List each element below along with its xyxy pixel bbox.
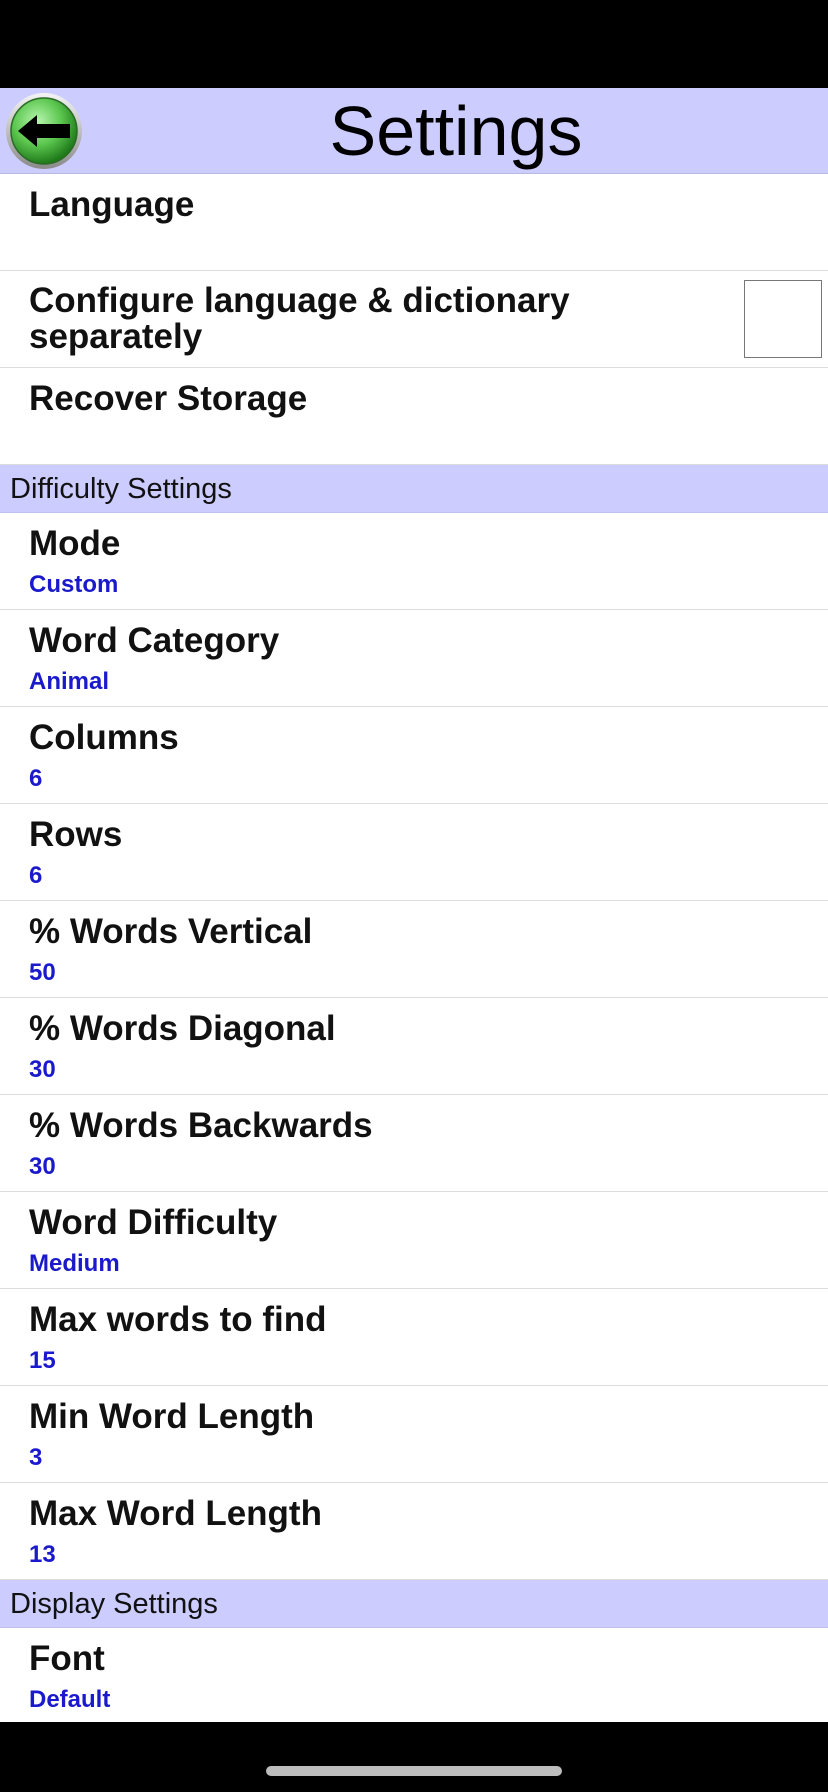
home-indicator[interactable] <box>266 1766 562 1776</box>
setting-value: Default <box>29 1686 111 1713</box>
setting-label: Max Word Length <box>29 1494 322 1533</box>
setting-value: 50 <box>29 959 56 986</box>
setting-row-min-word-length[interactable]: Min Word Length 3 <box>0 1386 828 1483</box>
setting-label: Word Difficulty <box>29 1203 278 1242</box>
navigation-bar <box>0 1722 828 1792</box>
setting-label: Configure language & dictionary separate… <box>29 281 570 356</box>
app-screen: Settings Language Configure language & d… <box>0 0 828 1792</box>
setting-label: Max words to find <box>29 1300 327 1339</box>
setting-value: 3 <box>29 1444 43 1471</box>
setting-label: Recover Storage <box>29 379 308 418</box>
setting-label: Columns <box>29 718 179 757</box>
setting-row-recover-storage[interactable]: Recover Storage <box>0 368 828 465</box>
setting-value: 6 <box>29 862 43 889</box>
setting-value: Medium <box>29 1250 120 1277</box>
setting-value: 15 <box>29 1347 56 1374</box>
setting-row-mode[interactable]: Mode Custom <box>0 513 828 610</box>
setting-value: Custom <box>29 571 119 598</box>
setting-label: Rows <box>29 815 123 854</box>
setting-row-configure-language[interactable]: Configure language & dictionary separate… <box>0 271 828 368</box>
setting-label: % Words Vertical <box>29 912 313 951</box>
setting-row-word-category[interactable]: Word Category Animal <box>0 610 828 707</box>
setting-label: % Words Backwards <box>29 1106 373 1145</box>
section-header-display: Display Settings <box>0 1580 828 1628</box>
section-header-difficulty: Difficulty Settings <box>0 465 828 513</box>
setting-row-columns[interactable]: Columns 6 <box>0 707 828 804</box>
setting-row-max-word-length[interactable]: Max Word Length 13 <box>0 1483 828 1580</box>
setting-value: 6 <box>29 765 43 792</box>
setting-label: Language <box>29 185 195 224</box>
setting-row-rows[interactable]: Rows 6 <box>0 804 828 901</box>
configure-language-checkbox[interactable] <box>744 280 822 358</box>
page-title: Settings <box>329 92 583 170</box>
setting-value: Animal <box>29 668 110 695</box>
setting-label: % Words Diagonal <box>29 1009 336 1048</box>
setting-row-max-words[interactable]: Max words to find 15 <box>0 1289 828 1386</box>
settings-list: Language Configure language & dictionary… <box>0 174 828 1722</box>
setting-row-words-backwards[interactable]: % Words Backwards 30 <box>0 1095 828 1192</box>
setting-row-language[interactable]: Language <box>0 174 828 271</box>
status-bar <box>0 0 828 88</box>
setting-label: Mode <box>29 524 121 563</box>
setting-row-words-vertical[interactable]: % Words Vertical 50 <box>0 901 828 998</box>
setting-label: Min Word Length <box>29 1397 315 1436</box>
setting-row-font[interactable]: Font Default <box>0 1628 828 1722</box>
setting-row-word-difficulty[interactable]: Word Difficulty Medium <box>0 1192 828 1289</box>
setting-value: 30 <box>29 1153 56 1180</box>
setting-value: 13 <box>29 1541 56 1568</box>
setting-row-words-diagonal[interactable]: % Words Diagonal 30 <box>0 998 828 1095</box>
setting-value: 30 <box>29 1056 56 1083</box>
setting-label: Font <box>29 1639 105 1678</box>
title-bar: Settings <box>0 88 828 174</box>
setting-label: Word Category <box>29 621 280 660</box>
